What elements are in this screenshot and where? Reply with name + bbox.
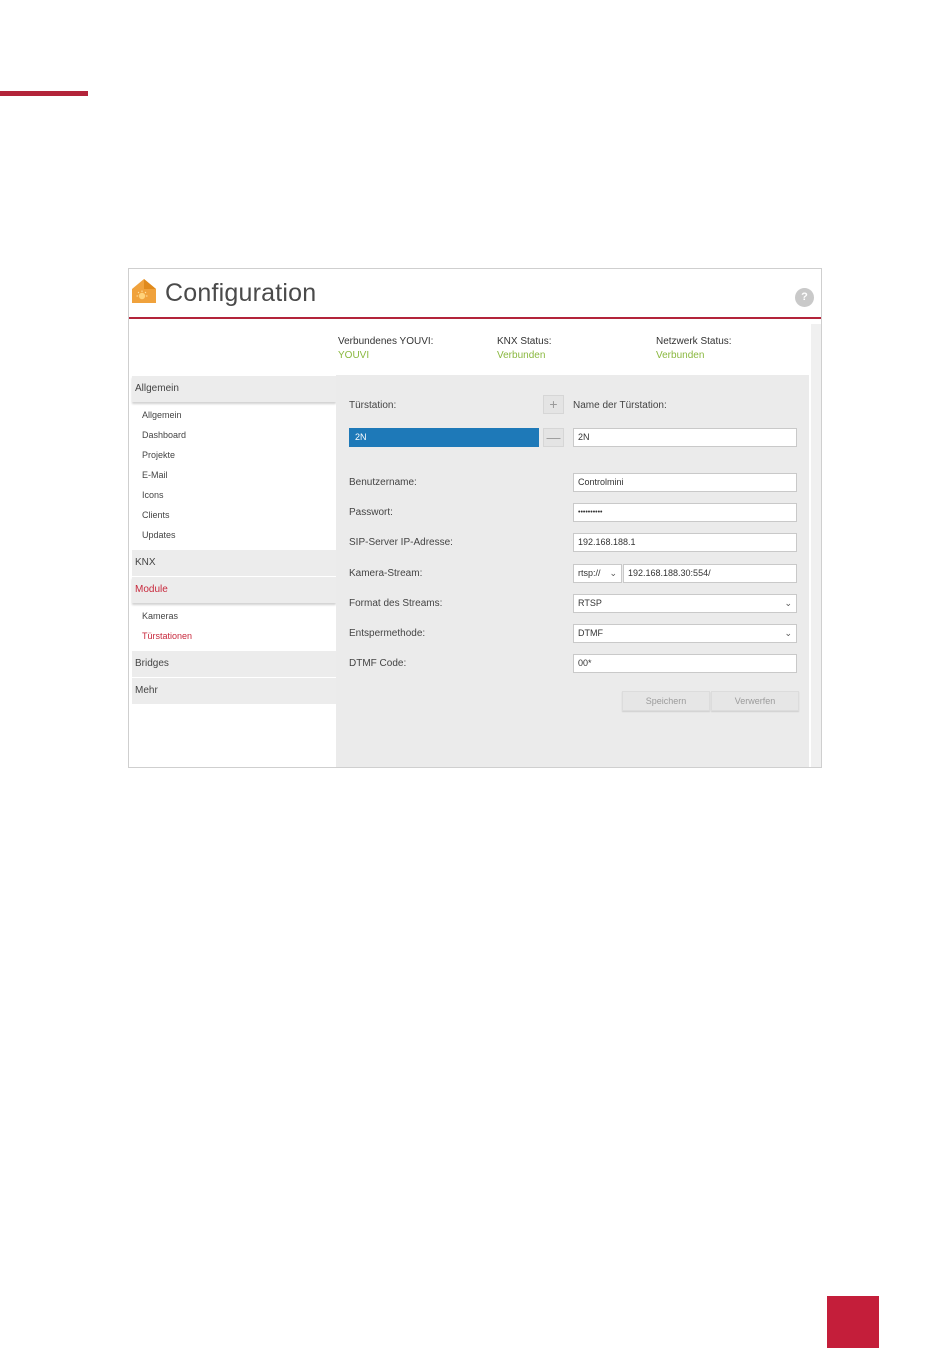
camera-protocol-value: rtsp:// [578, 568, 601, 578]
station-name-input[interactable]: 2N [573, 428, 797, 447]
app-title: Configuration [165, 279, 317, 307]
station-list-label: Türstation: [349, 400, 397, 411]
stream-format-select[interactable]: RTSP ⌄ [573, 594, 797, 613]
app-header: Configuration ? [129, 269, 821, 319]
sidebar-item-projekte[interactable]: Projekte [142, 450, 175, 460]
app-window: Configuration ? Verbundenes YOUVI: YOUVI… [128, 268, 822, 768]
status-youvi-label: Verbundenes YOUVI: [338, 336, 434, 347]
dtmf-code-input[interactable]: 00* [573, 654, 797, 673]
password-input[interactable]: •••••••••• [573, 503, 797, 522]
page-accent-rule [0, 91, 88, 96]
password-label: Passwort: [349, 507, 393, 518]
scrollbar[interactable] [811, 324, 821, 767]
status-youvi: Verbundenes YOUVI: YOUVI [338, 335, 433, 363]
house-sun-logo-icon [132, 279, 156, 303]
status-youvi-value: YOUVI [338, 350, 370, 361]
camera-stream-label: Kamera-Stream: [349, 568, 423, 579]
chevron-down-icon: ⌄ [609, 568, 617, 578]
station-name-label: Name der Türstation: [573, 400, 667, 411]
unlock-method-select[interactable]: DTMF ⌄ [573, 624, 797, 643]
dtmf-code-label: DTMF Code: [349, 658, 407, 669]
unlock-method-value: DTMF [578, 628, 603, 638]
sidebar-item-clients[interactable]: Clients [142, 510, 170, 520]
status-knx-value: Verbunden [497, 350, 546, 361]
sidebar-group-allgemein[interactable]: Allgemein [132, 376, 336, 402]
sip-server-input[interactable]: 192.168.188.1 [573, 533, 797, 552]
sidebar-item-tuerstationen[interactable]: Türstationen [142, 631, 192, 641]
page-marker [827, 1296, 879, 1348]
status-network-value: Verbunden [656, 350, 705, 361]
sip-server-label: SIP-Server IP-Adresse: [349, 537, 453, 548]
stream-format-label: Format des Streams: [349, 598, 443, 609]
help-icon[interactable]: ? [795, 288, 814, 307]
add-station-button[interactable]: + [543, 395, 564, 414]
sidebar-group-bridges[interactable]: Bridges [132, 651, 336, 677]
chevron-down-icon: ⌄ [784, 628, 792, 638]
sidebar-group-mehr[interactable]: Mehr [132, 678, 336, 704]
status-network-label: Netzwerk Status: [656, 336, 732, 347]
sidebar-item-email[interactable]: E-Mail [142, 470, 168, 480]
username-label: Benutzername: [349, 477, 417, 488]
status-knx-label: KNX Status: [497, 336, 552, 347]
door-station-form: Türstation: + Name der Türstation: 2N — … [336, 375, 809, 767]
username-input[interactable]: Controlmini [573, 473, 797, 492]
remove-station-button[interactable]: — [543, 428, 564, 447]
sidebar-item-kameras[interactable]: Kameras [142, 611, 178, 621]
sidebar-item-allgemein[interactable]: Allgemein [142, 410, 182, 420]
sidebar-item-icons[interactable]: Icons [142, 490, 164, 500]
discard-button[interactable]: Verwerfen [711, 691, 799, 711]
sidebar-group-knx[interactable]: KNX [132, 550, 336, 576]
camera-stream-input[interactable]: 192.168.188.30:554/ [623, 564, 797, 583]
status-knx: KNX Status: Verbunden [497, 335, 551, 363]
station-list-item[interactable]: 2N [349, 428, 539, 447]
chevron-down-icon: ⌄ [784, 598, 792, 608]
sidebar: Allgemein Allgemein Dashboard Projekte E… [132, 375, 336, 767]
status-network: Netzwerk Status: Verbunden [656, 335, 732, 363]
stream-format-value: RTSP [578, 598, 602, 608]
sidebar-group-module[interactable]: Module [132, 577, 336, 603]
save-button[interactable]: Speichern [622, 691, 710, 711]
camera-protocol-select[interactable]: rtsp:// ⌄ [573, 564, 622, 583]
sidebar-item-updates[interactable]: Updates [142, 530, 176, 540]
sidebar-item-dashboard[interactable]: Dashboard [142, 430, 186, 440]
unlock-method-label: Entspermethode: [349, 628, 426, 639]
